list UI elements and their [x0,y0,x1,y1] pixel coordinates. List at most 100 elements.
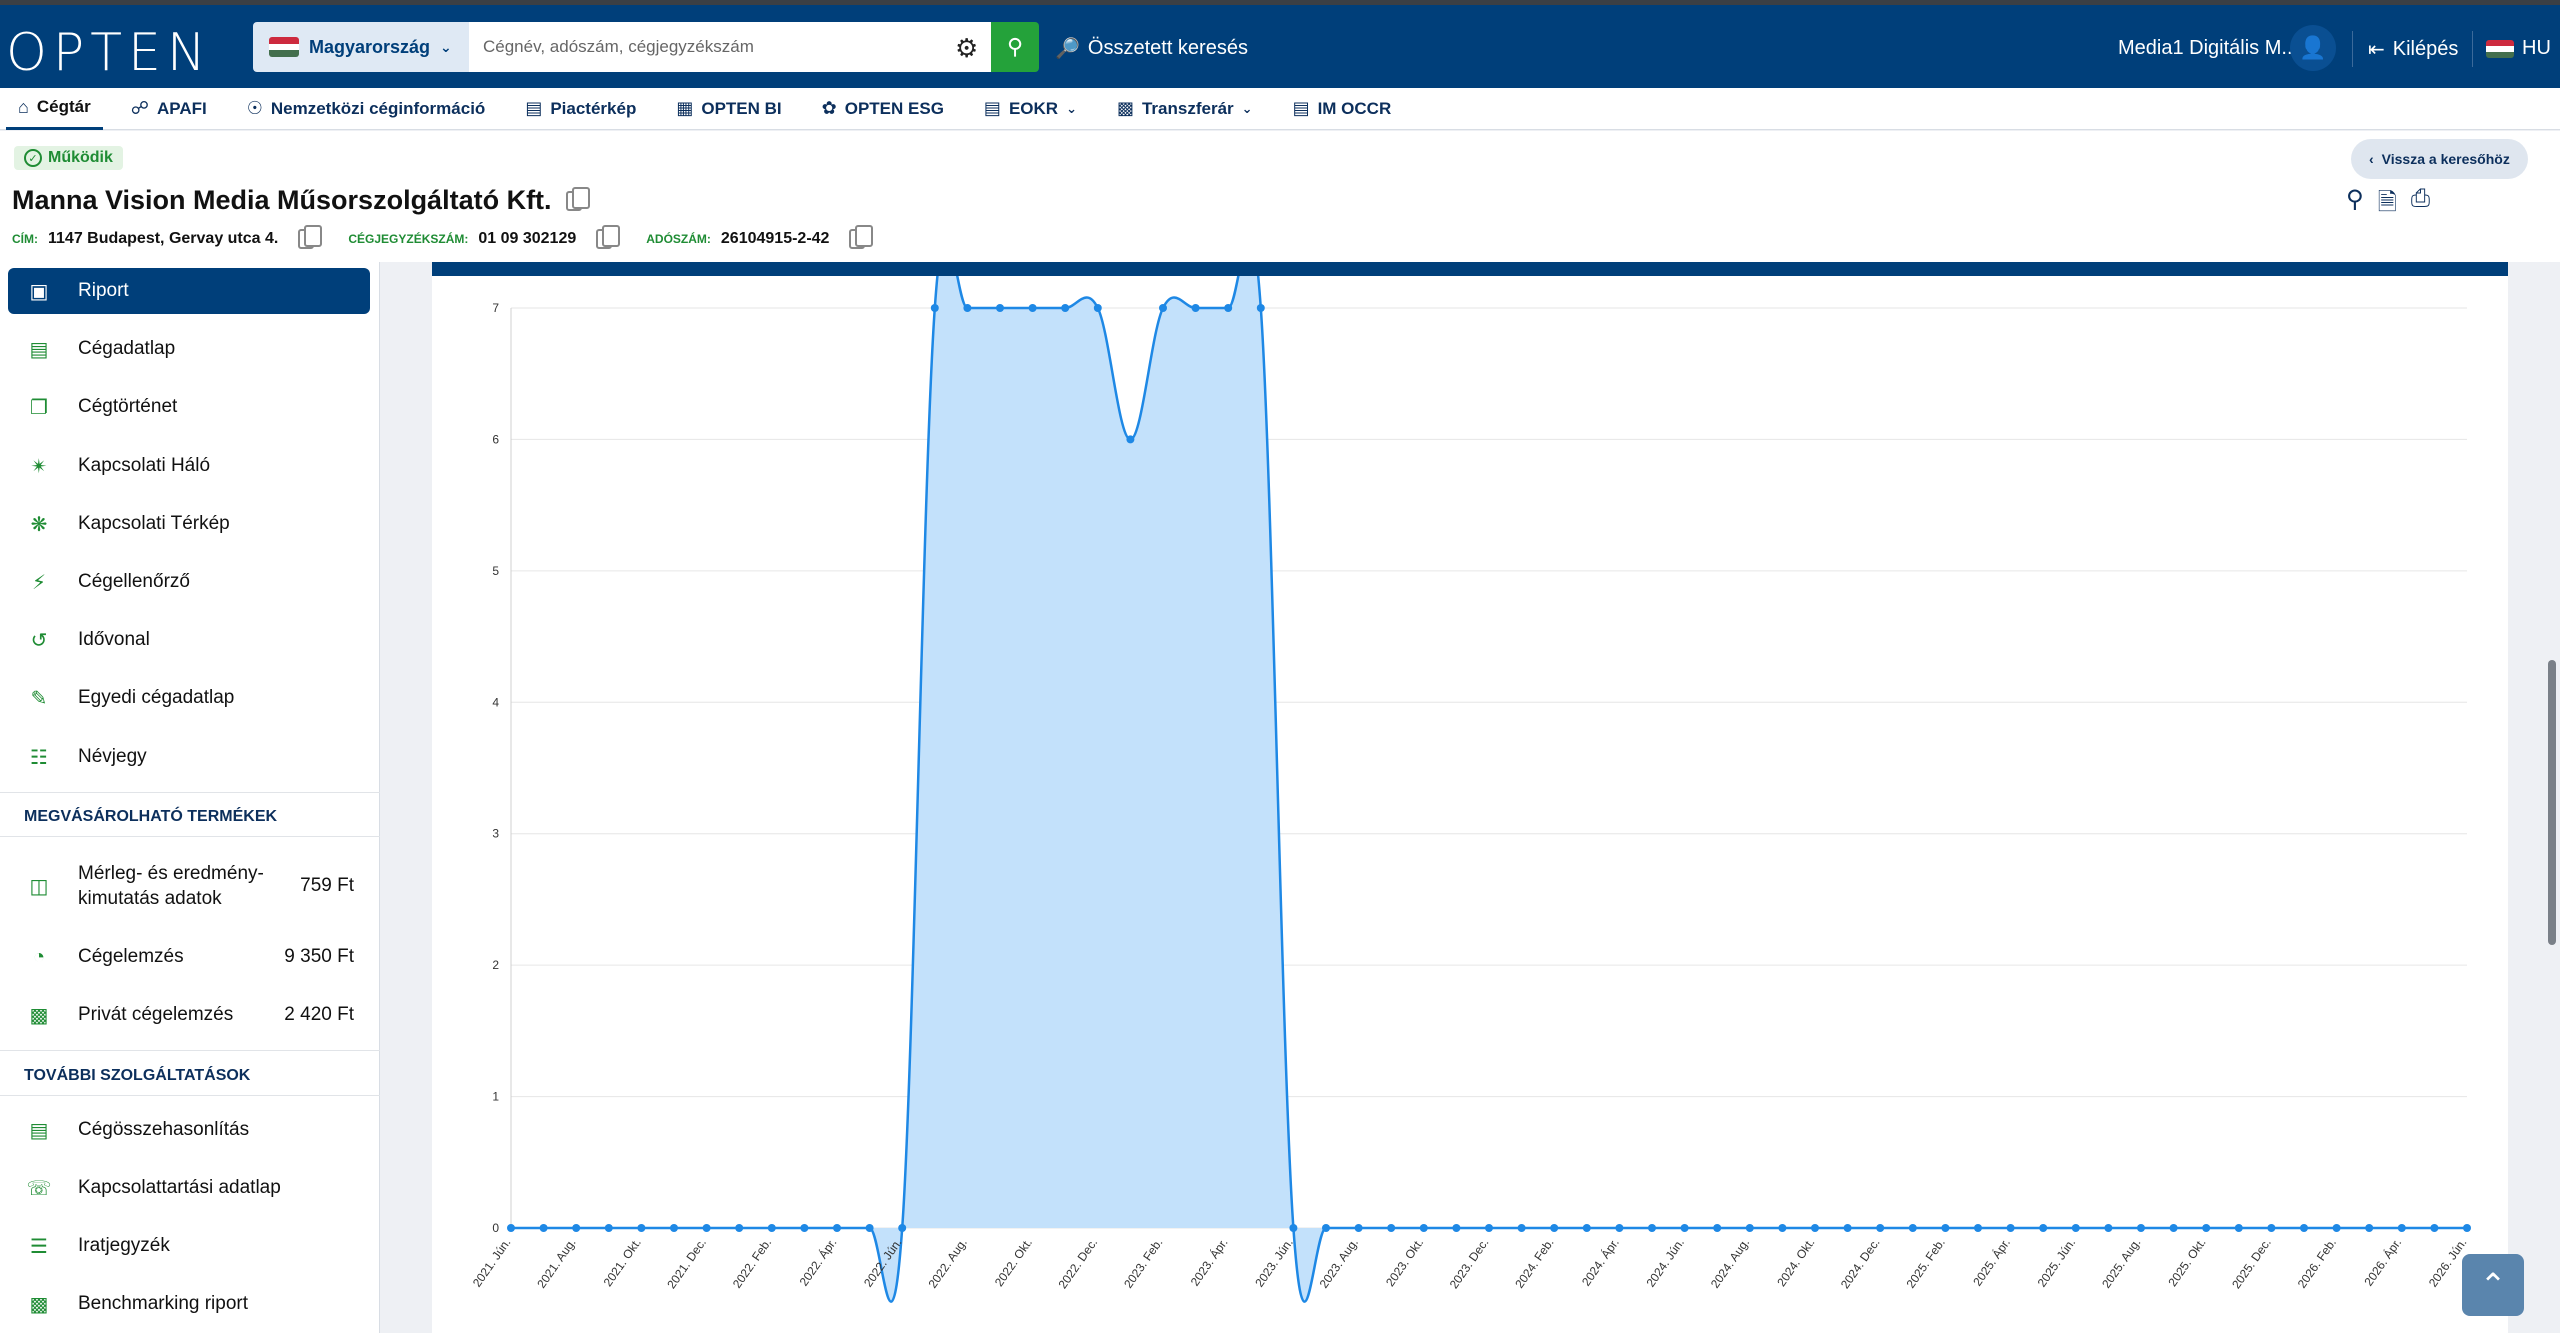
sidebar-item-iratjegyzek[interactable]: ☰ Iratjegyzék [8,1223,370,1269]
language-select[interactable]: HU [2486,37,2551,60]
nav-label: APAFI [156,98,207,118]
x-tick-label: 2026. Feb. [2295,1236,2339,1291]
data-point [767,1224,776,1232]
data-point [1224,304,1233,312]
report-icon: ▤ [1292,98,1310,118]
sidebar-item-nevjegy[interactable]: ☷ Névjegy [8,734,370,780]
nav-piacterkep[interactable]: ▤ Piactérkép [513,88,648,130]
nav-opten-esg[interactable]: ✿ OPTEN ESG [810,88,956,130]
data-point [670,1224,678,1232]
data-point [1159,304,1167,312]
sidebar-item-kapcsolati-terkep[interactable]: ❋ Kapcsolati Térkép [8,501,370,547]
sidebar-item-label: Kapcsolati Háló [78,455,211,476]
country-select[interactable]: Magyarország ⌄ [253,22,469,72]
advanced-search-link[interactable]: 🔎 Összetett keresés [1055,36,1248,61]
nav-transzferar[interactable]: ▩ Transzferár ⌄ [1105,88,1265,130]
sidebar-item-egyedi-cegadatlap[interactable]: ✎ Egyedi cégadatlap [8,675,370,721]
tax-value: 26104915-2-42 [720,230,830,247]
copy-icon[interactable] [298,225,323,249]
address-value: 1147 Budapest, Gervay utca 4. [48,230,279,247]
sidebar-item-label: Cégellenőrző [78,571,190,592]
sidebar-item-label: Cégelemzés [78,946,184,967]
data-point [800,1224,809,1232]
sidebar-item-idovonal[interactable]: ↺ Idővonal [8,617,370,663]
copy-icon[interactable] [596,225,621,249]
opten-logo[interactable]: OPTEN [6,23,212,83]
gear-icon[interactable]: ⚙ [955,33,978,64]
section-heading-more: TOVÁBBI SZOLGÁLTATÁSOK [24,1067,251,1084]
sidebar-item-cegellenorzo[interactable]: ⚡ Cégellenőrző [8,559,370,605]
x-tick-label: 2025. Ápr. [1969,1235,2013,1288]
sidebar-item-privat-cegelemzes[interactable]: ▩ Privát cégelemzés 2 420 Ft [8,992,370,1038]
x-tick-label: 2025. Jún. [2035,1236,2079,1290]
sidebar-item-cegosszehasonlitas[interactable]: ▤ Cégösszehasonlítás [8,1107,370,1153]
sidebar-item-kapcsolati-halo[interactable]: ✴ Kapcsolati Háló [8,443,370,489]
sidebar-item-cegadatlap[interactable]: ▤ Cégadatlap [8,326,370,372]
leaf-icon: ✿ [821,98,837,118]
data-point [865,1224,874,1232]
x-tick-label: 2021. Okt. [601,1236,644,1289]
y-tick-label: 2 [492,958,499,972]
back-to-search-button[interactable]: ‹ Vissza a keresőhöz [2351,139,2528,179]
user-name[interactable]: Media1 Digitális M... [2118,37,2298,60]
x-tick-label: 2022. Dec. [1055,1236,1100,1292]
search-button[interactable]: ⚲ [991,22,1039,72]
scroll-to-top-button[interactable]: ⌃ [2462,1254,2524,1316]
nav-im-occr[interactable]: ▤ IM OCCR [1281,88,1404,130]
nav-apafi[interactable]: ☍ APAFI [119,88,219,130]
bar-chart-icon: ▩ [1116,98,1134,118]
chart-lock-icon: ▩ [29,1004,49,1027]
nav-nemzetkozi[interactable]: ☉ Nemzetközi céginformáció [235,88,498,130]
pdf-icon[interactable]: 🗎 [2378,185,2397,226]
data-point [2039,1224,2048,1232]
sidebar-item-riport[interactable]: ▣ Riport [8,268,370,314]
price-label: 759 Ft [300,875,354,896]
data-point [1322,1224,1330,1232]
sidebar-item-label: Kapcsolattartási adatlap [78,1177,281,1198]
data-point [1126,435,1135,444]
company-search-input[interactable] [469,22,991,72]
sidebar-item-kapcsolattartasi[interactable]: ☏ Kapcsolattartási adatlap [8,1165,370,1211]
sidebar-item-label: Cégtörténet [78,396,178,417]
data-point [2006,1224,2015,1232]
nav-label: OPTEN ESG [844,98,944,118]
status-badge: ✓ Működik [14,146,123,170]
country-label: Magyarország [309,36,431,57]
compare-icon: ▤ [29,1119,49,1142]
sidebar-item-label: Névjegy [78,746,147,767]
sidebar-item-label: Egyedi cégadatlap [78,687,235,708]
x-tick-label: 2021. Jún. [470,1236,514,1290]
search-icon: ⚲ [1006,34,1024,59]
sidebar-item-benchmarking[interactable]: ▩ Benchmarking riport [8,1281,370,1327]
print-icon[interactable]: ⎙ [2411,185,2430,226]
y-tick-label: 7 [492,301,499,315]
logout-button[interactable]: ⇤ Kilépés [2368,37,2458,62]
nav-label: Cégtár [36,97,91,116]
data-point [1093,304,1102,312]
employee-area-chart: 0 1 2 3 4 5 6 7 2021. Jún. 2021. Aug. 2021. Okt. 20… [470,276,2471,1303]
data-point [1811,1224,1819,1232]
graph-icon: ❋ [30,513,48,536]
sidebar-item-cegtortenet[interactable]: ❐ Cégtörténet [8,384,370,430]
user-icon[interactable]: 👤 [2290,25,2336,71]
location-pin-icon[interactable]: ⚲ [2346,185,2364,226]
sidebar-item-cegelemzes[interactable]: ◔ Cégelemzés 9 350 Ft [8,934,370,980]
nav-opten-bi[interactable]: ▦ OPTEN BI [664,88,793,130]
data-point [963,304,972,312]
data-point [2267,1224,2276,1232]
nav-cegtar[interactable]: ⌂ Cégtár [6,88,103,130]
data-point [2332,1224,2341,1232]
data-point [1680,1224,1689,1232]
copy-icon[interactable] [849,225,874,249]
id-card-icon: ☷ [30,746,48,769]
page-scrollbar[interactable] [2548,660,2556,945]
sidebar-item-merleg[interactable]: ◫ Mérleg- és eredmény-kimutatás adatok 759… [8,856,370,916]
copy-icon[interactable] [565,186,590,211]
nav-eokr[interactable]: ▤ EOKR ⌄ [972,88,1089,130]
x-tick-label: 2025. Okt. [2165,1236,2208,1289]
sidebar-item-label: Benchmarking riport [78,1293,249,1314]
x-tick-label: 2024. Okt. [1774,1236,1817,1289]
x-tick-label: 2023. Feb. [1121,1236,1165,1291]
main-nav: ⌂ Cégtár ☍ APAFI ☉ Nemzetközi céginformáció… [0,88,2560,130]
phone-icon: ☏ [26,1177,52,1200]
